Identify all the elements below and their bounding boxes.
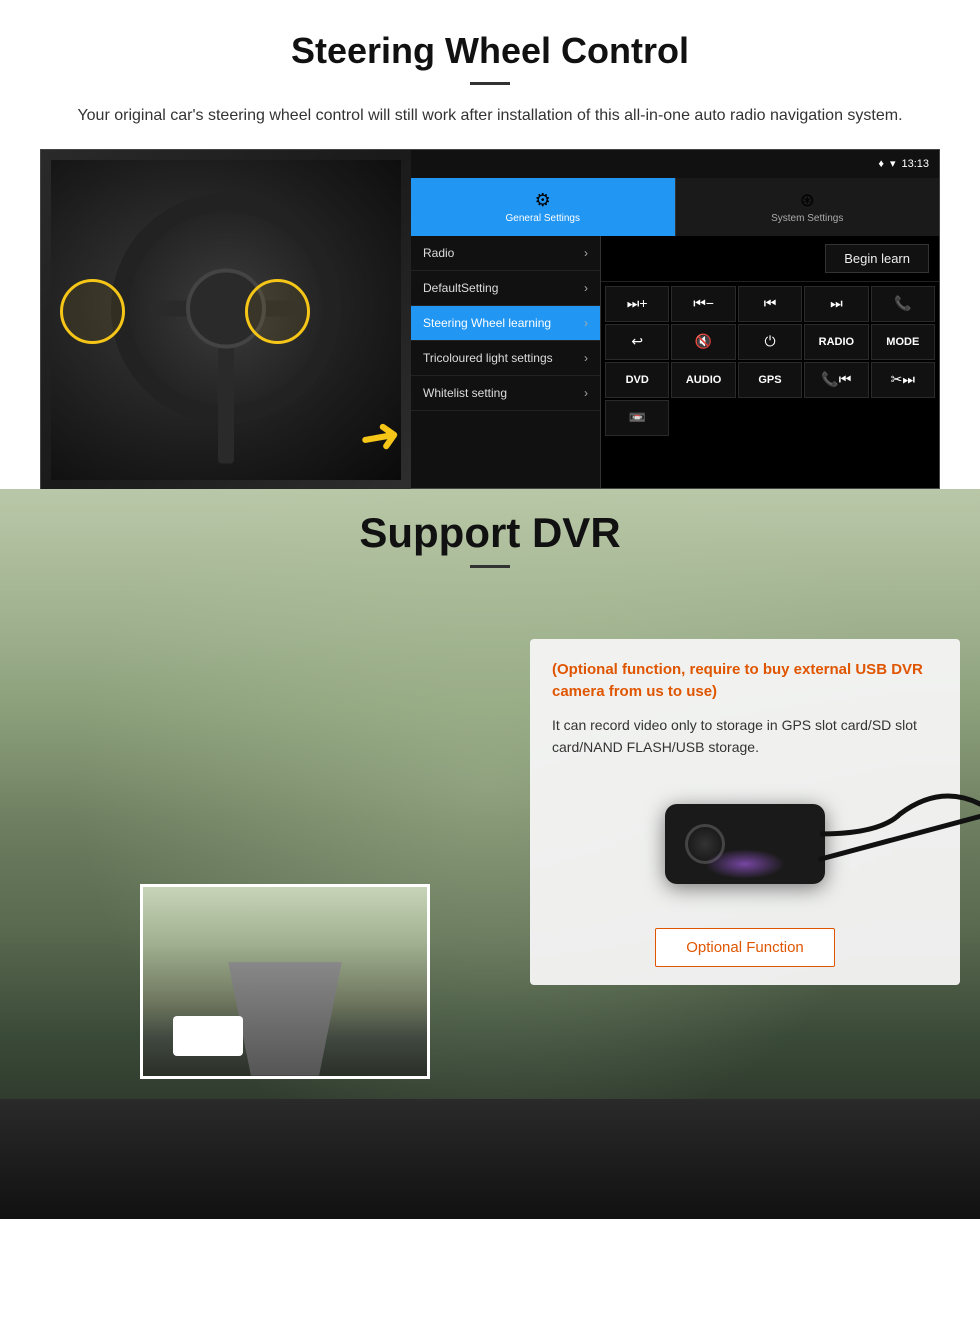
thumb-road [228,962,342,1075]
steering-subtitle: Your original car's steering wheel contr… [60,103,920,129]
ctrl-back[interactable]: ↩ [605,324,669,360]
tab-general[interactable]: ⚙ General Settings [411,178,675,236]
right-highlight-circle [245,279,310,344]
ctrl-vol-up[interactable]: ⏭+ [605,286,669,322]
menu-item-light[interactable]: Tricoloured light settings › [411,341,600,376]
steering-wheel-image: ➜ [41,150,411,490]
dvr-body-text: It can record video only to storage in G… [552,714,938,759]
cord-svg [820,784,980,904]
ctrl-audio[interactable]: AUDIO [671,362,735,398]
ctrl-dvd[interactable]: DVD [605,362,669,398]
begin-learn-button[interactable]: Begin learn [825,244,929,273]
dvr-optional-notice: (Optional function, require to buy exter… [552,659,938,704]
tab-system-label: System Settings [771,213,843,224]
menu-arrow-light: › [584,351,588,365]
settings-icon: ⚙ [535,190,551,211]
menu-item-default-label: DefaultSetting [423,281,498,295]
wifi-icon: ▾ [890,157,896,170]
steering-section: Steering Wheel Control Your original car… [0,0,980,489]
dvr-info-card: (Optional function, require to buy exter… [530,639,960,986]
ctrl-power[interactable]: ⏻ [738,324,802,360]
ctrl-prev[interactable]: ⏮ [738,286,802,322]
ctrl-phone[interactable]: 📞 [871,286,935,322]
menu-item-steering-label: Steering Wheel learning [423,316,551,330]
menu-left: Radio › DefaultSetting › Steering Wheel … [411,236,601,488]
steering-title: Steering Wheel Control [40,30,940,72]
title-divider [470,82,510,85]
camera-body [665,804,825,884]
menu-arrow-default: › [584,281,588,295]
ctrl-mode[interactable]: MODE [871,324,935,360]
menu-item-light-label: Tricoloured light settings [423,351,553,365]
ctrl-gps[interactable]: GPS [738,362,802,398]
system-icon: ⊛ [800,190,815,211]
menu-item-whitelist-label: Whitelist setting [423,386,507,400]
android-ui-panel: ♦ ▾ 13:13 ⚙ General Settings ⊛ System Se… [411,150,939,488]
begin-learn-row: Begin learn [601,236,939,282]
ctrl-mute[interactable]: 🔇 [671,324,735,360]
signal-icon: ♦ [878,158,884,170]
menu-arrow-whitelist: › [584,386,588,400]
menu-arrow-radio: › [584,246,588,260]
android-statusbar: ♦ ▾ 13:13 [411,150,939,178]
menu-arrow-steering: › [584,316,588,330]
ctrl-radio[interactable]: RADIO [804,324,868,360]
menu-item-default[interactable]: DefaultSetting › [411,271,600,306]
dvr-camera-image [552,774,938,914]
ctrl-record[interactable]: 📼 [605,400,669,436]
status-time: 13:13 [901,158,929,170]
menu-item-radio-label: Radio [423,246,454,260]
dvr-title: Support DVR [0,509,980,557]
control-grid: ⏭+ ⏮− ⏮ ⏭ 📞 ↩ 🔇 ⏻ RADIO MODE DVD AUDIO G… [601,282,939,440]
steering-panel: ➜ ♦ ▾ 13:13 ⚙ General Settings ⊛ System … [40,149,940,489]
ctrl-vol-down[interactable]: ⏮− [671,286,735,322]
camera-light-glow [705,849,785,879]
dvr-section: Support DVR (Optional function, require … [0,489,980,1219]
menu-item-whitelist[interactable]: Whitelist setting › [411,376,600,411]
thumb-car [173,1016,243,1056]
ctrl-next[interactable]: ⏭ [804,286,868,322]
dvr-dashboard [0,1099,980,1219]
tab-general-label: General Settings [506,213,581,224]
menu-body: Radio › DefaultSetting › Steering Wheel … [411,236,939,488]
dvr-divider [470,565,510,568]
dvr-title-area: Support DVR [0,509,980,568]
menu-item-radio[interactable]: Radio › [411,236,600,271]
ctrl-phone-prev[interactable]: 📞⏮ [804,362,868,398]
left-highlight-circle [60,279,125,344]
android-tabs: ⚙ General Settings ⊛ System Settings [411,178,939,236]
menu-right: Begin learn ⏭+ ⏮− ⏮ ⏭ 📞 ↩ 🔇 ⏻ RADIO MODE… [601,236,939,488]
dvr-thumbnail [140,884,430,1079]
ctrl-phone-next[interactable]: ✂⏭ [871,362,935,398]
optional-function-button[interactable]: Optional Function [655,928,835,967]
tab-system[interactable]: ⊛ System Settings [675,178,940,236]
menu-item-steering[interactable]: Steering Wheel learning › [411,306,600,341]
